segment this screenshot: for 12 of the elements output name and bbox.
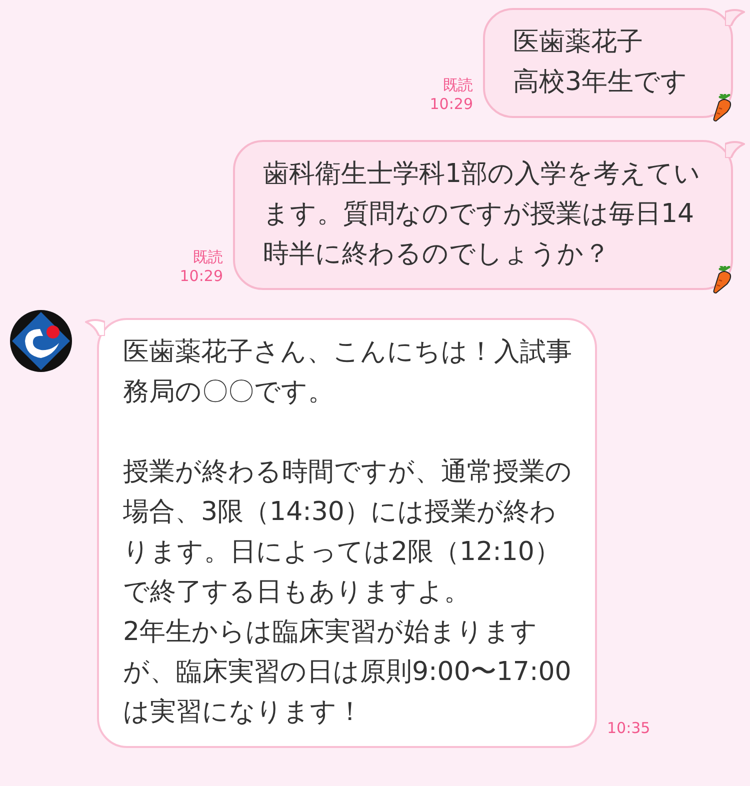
message-text: 2年生からは臨床実習が始まりますが、臨床実習の日は原則9:00〜17:00は実習になります！ (123, 616, 572, 729)
avatar-logo (10, 310, 72, 372)
message-text: 授業が終わる時間ですが、通常授業の場合、3限（14:30）には授業が終わります。日によっては2限（12:10）で終了する日もありますよ。 (123, 456, 573, 609)
message-text: 高校3年生です (513, 66, 689, 99)
message-text: 歯科衛生士学科1部の入学を考えています。質問なのですが授業は毎日14時半に終わるのでしょうか？ (263, 158, 702, 271)
read-receipt: 既読 (443, 76, 473, 95)
message-time: 10:29 (430, 95, 473, 114)
message-time: 10:29 (180, 267, 223, 286)
message-text: 医歯薬花子さん、こんにちは！入試事務局の〇〇です。 (123, 336, 573, 409)
message-text: 医歯薬花子 (513, 26, 644, 59)
read-receipt: 既読 (193, 248, 223, 267)
message-time: 10:35 (607, 719, 650, 738)
